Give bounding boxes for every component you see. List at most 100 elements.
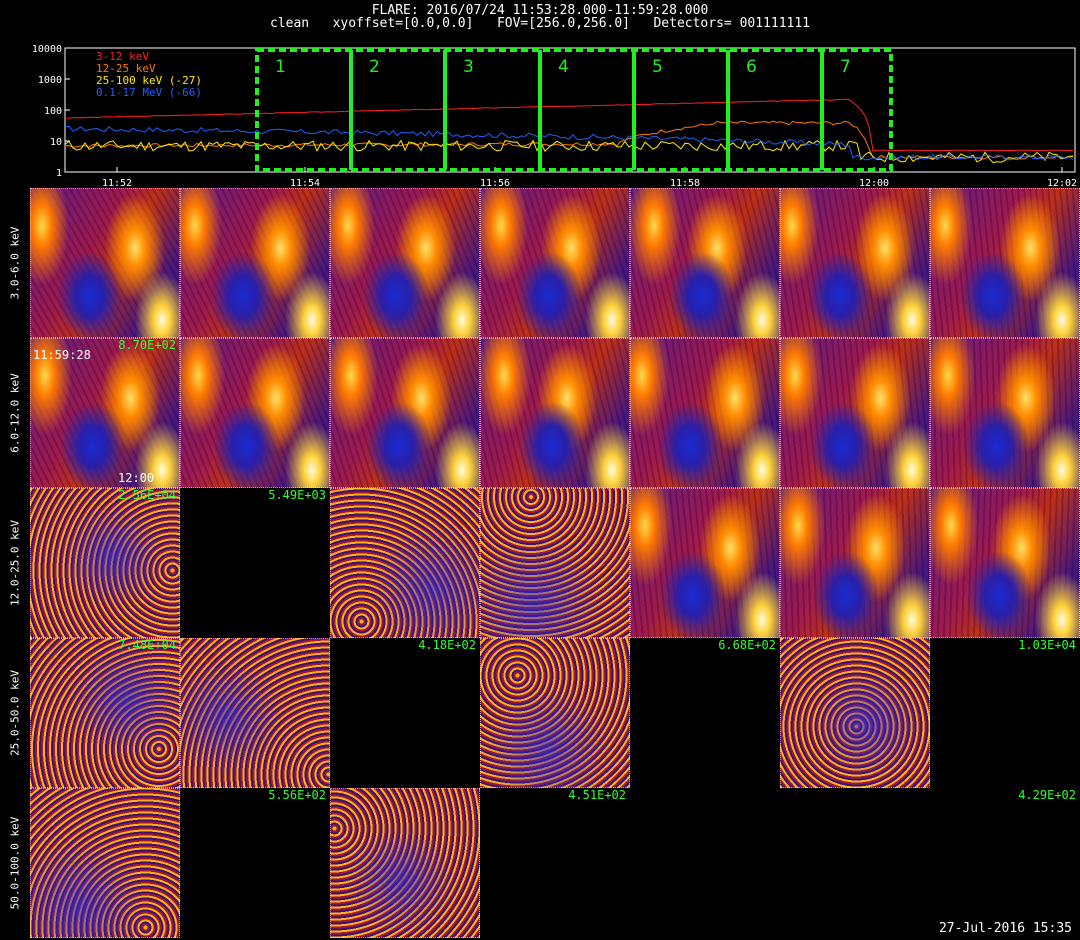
image-cell <box>780 488 930 638</box>
interval-number: 1 <box>275 57 286 77</box>
row-label-text: 12.0-25.0 keV <box>8 519 22 607</box>
image-cell <box>330 788 480 938</box>
image-frame <box>930 638 1080 788</box>
image-frame <box>330 638 480 788</box>
image-frame <box>630 638 780 788</box>
image-max-label: 7.48E+04 <box>118 638 176 652</box>
clean-image <box>630 188 780 338</box>
image-cell <box>780 638 930 788</box>
image-max-label: 2.56E+04 <box>118 488 176 502</box>
clean-image <box>480 338 630 488</box>
time-start-label: 11:59:28 <box>33 348 91 362</box>
plot-subtitle: clean xyoffset=[0.0,0.0] FOV=[256.0,256.… <box>269 16 811 31</box>
image-cell <box>630 788 780 938</box>
lightcurve-plot: 100001000100101 11:52 11:54 11:56 11:58 12:0… <box>32 44 1077 189</box>
interval-number: 6 <box>746 57 757 77</box>
image-cell <box>930 338 1080 488</box>
legend-entry: 0.1-17 MeV (-66) <box>96 86 202 99</box>
image-cell <box>30 788 180 938</box>
clean-image <box>480 488 630 638</box>
image-frame <box>180 788 330 938</box>
clean-image <box>780 188 930 338</box>
image-cell <box>480 188 630 338</box>
interval-number: 3 <box>463 57 474 77</box>
image-max-label: 5.56E+02 <box>268 788 326 802</box>
y-tick-label: 100 <box>44 106 62 117</box>
interval-number: 5 <box>652 57 663 77</box>
image-grid: 8.70E+02 2.56E+04 5.49E+03 7.48E+04 4.18E+02… <box>30 188 1080 938</box>
image-cell <box>180 638 330 788</box>
image-cell <box>30 188 180 338</box>
clean-image <box>780 338 930 488</box>
clean-image <box>930 338 1080 488</box>
image-cell: 7.48E+04 <box>30 638 180 788</box>
image-cell <box>180 338 330 488</box>
clean-image <box>330 338 480 488</box>
clean-image <box>180 188 330 338</box>
clean-image <box>330 188 480 338</box>
clean-image <box>330 488 480 638</box>
y-tick-label: 10 <box>50 137 62 148</box>
image-max-label: 8.70E+02 <box>118 338 176 352</box>
clean-image <box>330 788 480 938</box>
clean-image <box>780 488 930 638</box>
row-label: 50.0-100.0 keV <box>0 788 30 938</box>
clean-image <box>780 638 930 788</box>
image-cell <box>480 638 630 788</box>
image-cell: 4.18E+02 <box>330 638 480 788</box>
y-tick-label: 1 <box>56 168 62 179</box>
image-cell <box>330 338 480 488</box>
image-frame <box>930 788 1080 938</box>
image-cell <box>330 488 480 638</box>
image-cell: 6.68E+02 <box>630 638 780 788</box>
image-cell: 4.29E+02 <box>930 788 1080 938</box>
row-label: 3.0-6.0 keV <box>0 188 30 338</box>
image-max-label: 4.51E+02 <box>568 788 626 802</box>
clean-image <box>630 338 780 488</box>
clean-image <box>180 638 330 788</box>
image-frame <box>630 788 780 938</box>
clean-image <box>480 638 630 788</box>
image-cell: 2.56E+04 <box>30 488 180 638</box>
image-cell <box>480 338 630 488</box>
image-cell <box>630 488 780 638</box>
clean-image <box>930 488 1080 638</box>
row-label: 25.0-50.0 keV <box>0 638 30 788</box>
clean-image <box>30 788 180 938</box>
row-label-text: 50.0-100.0 keV <box>8 816 22 910</box>
interval-number: 7 <box>840 57 851 77</box>
image-max-label: 4.29E+02 <box>1018 788 1076 802</box>
image-frame <box>780 788 930 938</box>
image-max-label: 4.18E+02 <box>418 638 476 652</box>
clean-image <box>480 188 630 338</box>
image-cell: 5.49E+03 <box>180 488 330 638</box>
clean-image <box>30 188 180 338</box>
image-cell <box>330 188 480 338</box>
row-label-text: 6.0-12.0 keV <box>8 373 22 453</box>
y-tick-label: 1000 <box>38 75 62 86</box>
image-max-label: 5.49E+03 <box>268 488 326 502</box>
image-cell <box>780 188 930 338</box>
image-cell <box>480 488 630 638</box>
image-cell: 1.03E+04 <box>930 638 1080 788</box>
image-cell <box>780 788 930 938</box>
time-end-label: 12:00 <box>118 471 155 485</box>
row-label: 6.0-12.0 keV <box>0 338 30 488</box>
row-label-text: 25.0-50.0 keV <box>8 669 22 757</box>
image-max-label: 1.03E+04 <box>1018 638 1076 652</box>
row-label-text: 3.0-6.0 keV <box>8 226 22 300</box>
clean-image <box>930 188 1080 338</box>
footer-timestamp: 27-Jul-2016 15:35 <box>938 921 1072 936</box>
image-frame <box>480 788 630 938</box>
interval-number: 4 <box>558 57 569 77</box>
image-cell: 5.56E+02 <box>180 788 330 938</box>
interval-number: 2 <box>369 57 380 77</box>
y-tick-label: 10000 <box>32 44 62 55</box>
image-cell: 4.51E+02 <box>480 788 630 938</box>
image-cell <box>630 188 780 338</box>
clean-image <box>630 488 780 638</box>
row-label: 12.0-25.0 keV <box>0 488 30 638</box>
image-cell <box>930 488 1080 638</box>
image-cell <box>180 188 330 338</box>
clean-image <box>30 488 180 638</box>
